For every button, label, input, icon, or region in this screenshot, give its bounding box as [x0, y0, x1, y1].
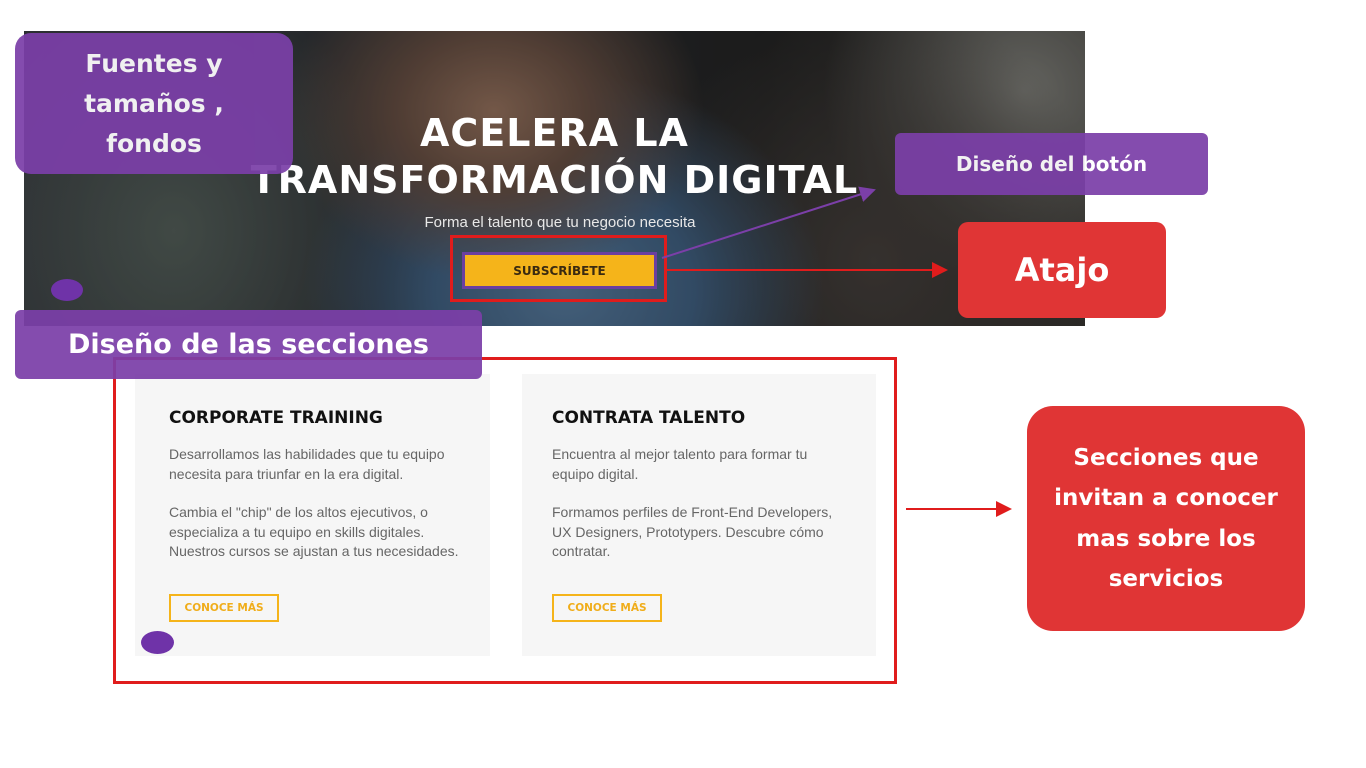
annotation-fonts: Fuentes y tamaños , fondos [15, 33, 293, 174]
annotation-sections-design: Diseño de las secciones [15, 310, 482, 379]
marker-dot [51, 279, 83, 301]
marker-dot [141, 631, 174, 654]
button-design-arrow [661, 186, 876, 259]
annotation-button-design: Diseño del botón [895, 133, 1208, 195]
annotation-shortcut: Atajo [958, 222, 1166, 318]
annotation-sections-invite: Secciones que invitan a conocer mas sobr… [1027, 406, 1305, 631]
